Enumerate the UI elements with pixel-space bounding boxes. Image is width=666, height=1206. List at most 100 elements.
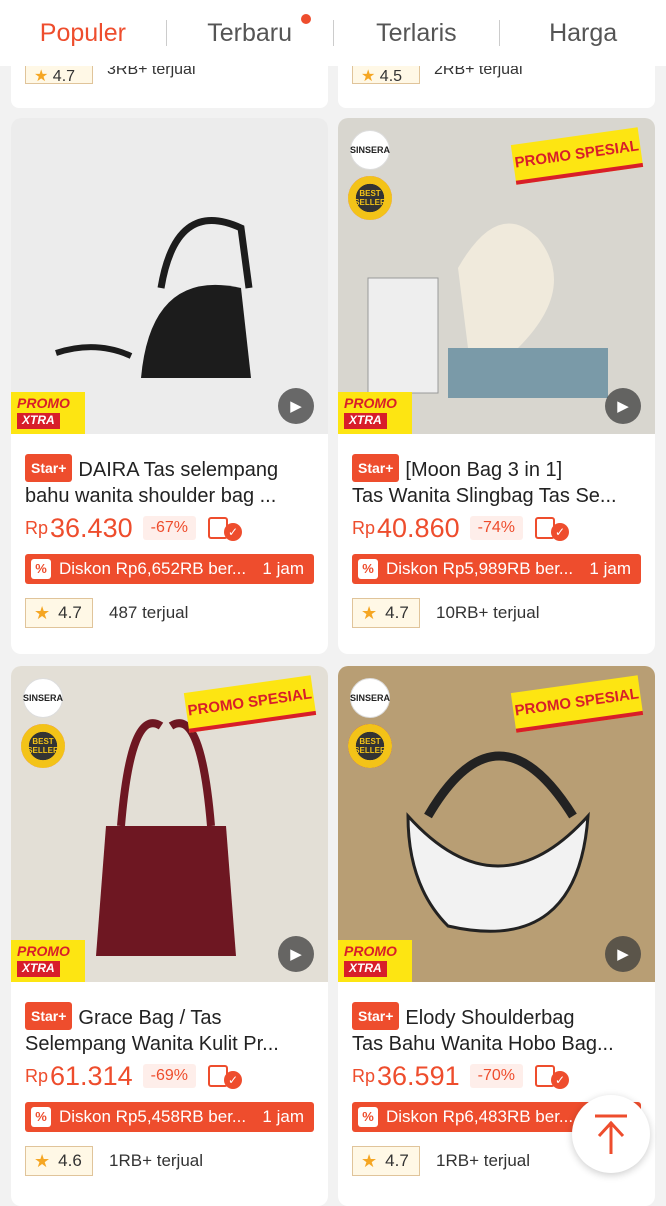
tab-label: Populer (39, 19, 126, 47)
cod-icon: ✓ (534, 515, 569, 541)
sold-count: 3RB+ terjual (107, 66, 196, 78)
promo-label: PROMO (17, 943, 70, 959)
cod-icon: ✓ (534, 1063, 569, 1089)
product-image[interactable]: SINSERA BEST SELLER PROMO SPESIAL PROMO XT… (338, 666, 655, 982)
xtra-label: XTRA (344, 413, 387, 429)
title-line: Selempang Wanita Kulit Pr... (25, 1033, 279, 1054)
currency: Rp (352, 1065, 376, 1086)
rating-badge: ★ 4.5 (352, 66, 420, 84)
play-icon[interactable]: ▶ (278, 388, 314, 424)
xtra-label: XTRA (344, 961, 387, 977)
tab-harga[interactable]: Harga (500, 0, 666, 66)
star-icon: ★ (34, 68, 49, 84)
rating-value: 4.7 (385, 603, 409, 622)
product-card[interactable]: SINSERA BEST SELLER PROMO SPESIAL PROMO XT… (11, 666, 328, 1206)
rating-row: ★ 4.7 487 terjual (25, 598, 314, 628)
currency: Rp (25, 1065, 49, 1086)
star-icon: ★ (361, 602, 378, 623)
rating-value: 4.6 (58, 1151, 82, 1170)
cod-icon: ✓ (207, 515, 242, 541)
voucher-time: 1 jam (589, 559, 631, 578)
star-plus-badge: Star+ (352, 454, 400, 482)
tab-terbaru[interactable]: Terbaru (167, 0, 333, 66)
play-icon[interactable]: ▶ (605, 388, 641, 424)
sold-count: 487 terjual (109, 603, 189, 622)
partial-card-row: ★ 4.7 3RB+ terjual ★ 4.5 2RB+ terjual (0, 66, 666, 108)
voucher-icon: % (358, 559, 378, 579)
price-row: Rp 61.314 -69% ✓ (25, 1058, 314, 1094)
promo-label: PROMO (344, 395, 397, 411)
price-row: Rp 36.591 -70% ✓ (352, 1058, 641, 1094)
discount-badge: -74% (469, 516, 523, 540)
rating-badge: ★ 4.7 (25, 598, 93, 628)
tab-label: Harga (549, 19, 618, 47)
title-line: Star+ Grace Bag / Tas (25, 1002, 314, 1031)
product-image[interactable]: PROMO XTRA ▶ (11, 118, 328, 434)
tab-terlaris[interactable]: Terlaris (334, 0, 500, 66)
product-card[interactable]: SINSERA BEST SELLER PROMO SPESIAL PROMO XT… (338, 118, 655, 654)
play-icon[interactable]: ▶ (278, 936, 314, 972)
promo-xtra-badge: PROMO XTRA (11, 940, 85, 982)
price-row: Rp 36.430 -67% ✓ (25, 510, 314, 546)
title-text: Grace Bag / Tas (78, 1007, 222, 1029)
voucher-time: 1 jam (262, 559, 304, 578)
currency: Rp (25, 517, 49, 538)
title-line: Star+ DAIRA Tas selempang (25, 454, 314, 483)
star-plus-badge: Star+ (352, 1002, 400, 1030)
price-row: Rp 40.860 -74% ✓ (352, 510, 641, 546)
arrow-up-icon (595, 1114, 627, 1154)
brand-logo: SINSERA (350, 130, 390, 170)
rating-value: 4.7 (58, 603, 82, 622)
voucher-text: Diskon Rp6,483RB ber... (386, 1107, 574, 1126)
discount-voucher-bar[interactable]: % Diskon Rp5,989RB ber... 1 jam (352, 554, 641, 584)
xtra-label: XTRA (17, 413, 60, 429)
title-line: Star+ Elody Shoulderbag (352, 1002, 641, 1031)
discount-badge: -67% (142, 516, 196, 540)
voucher-text: Diskon Rp6,652RB ber... (59, 559, 247, 578)
title-line: bahu wanita shoulder bag ... (25, 485, 277, 506)
price: 36.430 (50, 512, 133, 543)
play-icon[interactable]: ▶ (605, 936, 641, 972)
best-seller-badge: BEST SELLER (348, 724, 392, 768)
xtra-label: XTRA (17, 961, 60, 977)
star-icon: ★ (34, 602, 51, 623)
rating-value: 4.7 (52, 68, 76, 84)
product-card[interactable]: PROMO XTRA ▶ Star+ DAIRA Tas selempang ba… (11, 118, 328, 654)
voucher-icon: % (31, 559, 51, 579)
rating-badge: ★ 4.6 (25, 1146, 93, 1176)
tab-populer[interactable]: Populer (0, 0, 166, 66)
title-text: Elody Shoulderbag (405, 1007, 575, 1029)
promo-label: PROMO (344, 943, 397, 959)
product-card-partial[interactable]: ★ 4.5 2RB+ terjual (338, 66, 655, 108)
title-line: Star+ [Moon Bag 3 in 1] (352, 454, 641, 483)
discount-voucher-bar[interactable]: % Diskon Rp6,652RB ber... 1 jam (25, 554, 314, 584)
product-title[interactable]: Star+ DAIRA Tas selempang bahu wanita sho… (11, 434, 328, 506)
best-seller-badge: BEST SELLER (21, 724, 65, 768)
product-image[interactable]: SINSERA BEST SELLER PROMO SPESIAL PROMO XT… (338, 118, 655, 434)
product-title[interactable]: Star+ Grace Bag / Tas Selempang Wanita Ku… (11, 982, 328, 1054)
rating-value: 4.5 (379, 68, 403, 84)
tab-label: Terlaris (376, 19, 457, 47)
title-line: Tas Bahu Wanita Hobo Bag... (352, 1033, 614, 1054)
rating-value: 4.7 (385, 1151, 409, 1170)
sold-count: 1RB+ terjual (109, 1151, 204, 1170)
title-line: Tas Wanita Slingbag Tas Se... (352, 485, 617, 506)
sold-count: 10RB+ terjual (436, 603, 540, 622)
product-title[interactable]: Star+ [Moon Bag 3 in 1] Tas Wanita Slingb… (338, 434, 655, 506)
product-card-partial[interactable]: ★ 4.7 3RB+ terjual (11, 66, 328, 108)
cod-icon: ✓ (207, 1063, 242, 1089)
product-title[interactable]: Star+ Elody Shoulderbag Tas Bahu Wanita H… (338, 982, 655, 1054)
sold-count: 2RB+ terjual (434, 66, 523, 78)
voucher-icon: % (31, 1107, 51, 1127)
sold-count: 1RB+ terjual (436, 1151, 531, 1170)
brand-logo: SINSERA (23, 678, 63, 718)
price: 36.591 (377, 1060, 460, 1091)
product-image[interactable]: SINSERA BEST SELLER PROMO SPESIAL PROMO XT… (11, 666, 328, 982)
rating-row: ★ 4.7 10RB+ terjual (352, 598, 641, 628)
discount-badge: -69% (142, 1064, 196, 1088)
voucher-text: Diskon Rp5,989RB ber... (386, 559, 574, 578)
star-icon: ★ (361, 1150, 378, 1171)
sort-tabs: Populer Terbaru Terlaris Harga (0, 0, 666, 66)
discount-voucher-bar[interactable]: % Diskon Rp5,458RB ber... 1 jam (25, 1102, 314, 1132)
scroll-to-top-button[interactable] (572, 1095, 650, 1173)
